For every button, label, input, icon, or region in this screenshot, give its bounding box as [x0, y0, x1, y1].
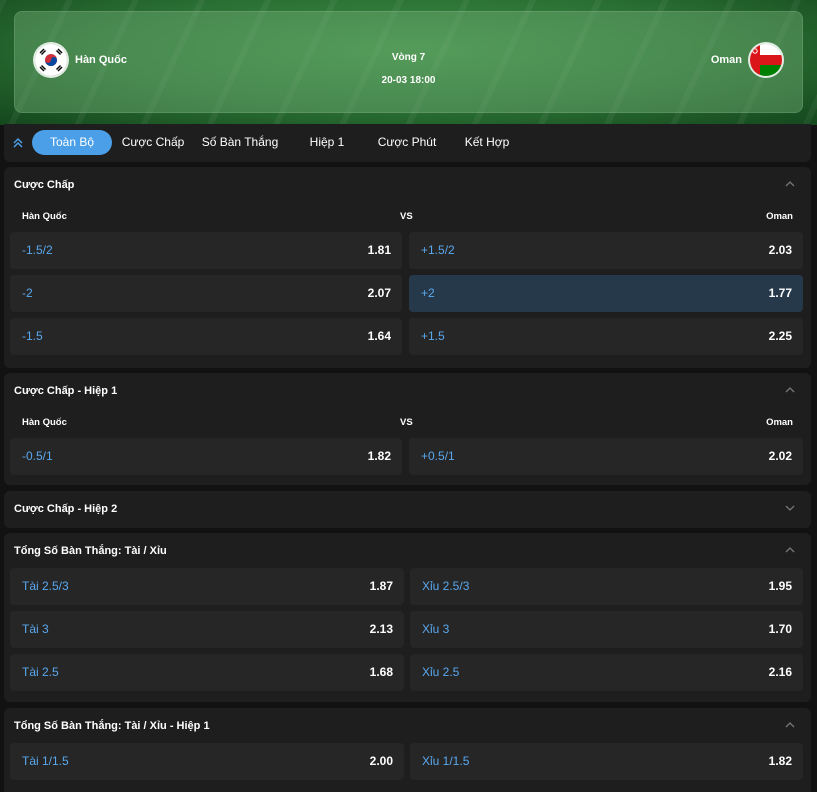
odd-cell[interactable]: Tài 3 2.13: [10, 611, 404, 648]
odd-value: 1.77: [768, 286, 792, 300]
market-tabbar: Toàn Bộ Cược Chấp Số Bàn Thắng Hiệp 1 Cư…: [4, 124, 811, 162]
odd-value: 2.16: [768, 665, 792, 679]
oman-flag-icon: [750, 44, 782, 76]
chevron-down-icon[interactable]: [783, 501, 797, 515]
collapse-all-icon[interactable]: [10, 135, 26, 151]
vs-label: VS: [400, 211, 413, 222]
section-handicap: Cược Chấp Hàn Quốc VS Oman -1.5/2 1.81 +1…: [4, 167, 811, 368]
match-datetime: 20-03 18:00: [381, 75, 436, 86]
odd-value: 2.03: [768, 243, 792, 257]
odd-cell[interactable]: -0.5/1 1.82: [10, 438, 402, 475]
odd-cell[interactable]: Tài 1/1.5 2.00: [10, 743, 404, 780]
tab-handicap[interactable]: Cược Chấp: [116, 130, 190, 155]
odd-label: -1.5: [22, 329, 43, 343]
odd-cell[interactable]: +0.5/1 2.02: [409, 438, 803, 475]
odd-value: 1.64: [367, 329, 391, 343]
match-round: Vòng 7: [391, 52, 426, 63]
section-handicap-half-2[interactable]: Cược Chấp - Hiệp 2: [4, 491, 811, 528]
odd-cell[interactable]: +1.5/2 2.03: [409, 232, 803, 269]
odd-value: 1.82: [367, 449, 391, 463]
section-title[interactable]: Cược Chấp: [14, 179, 74, 191]
odd-cell[interactable]: Xỉu 2.5/3 1.95: [410, 568, 803, 605]
odd-label: +2: [421, 286, 435, 300]
away-label: Oman: [766, 211, 793, 222]
odd-label: -2: [22, 286, 33, 300]
odd-cell[interactable]: +1.5 2.25: [409, 318, 803, 355]
match-card: Hàn Quốc Vòng 7 20-03 18:00 Oman: [14, 11, 803, 113]
odd-value: 1.70: [768, 622, 792, 636]
odd-label: Xỉu 1/1.5: [422, 754, 470, 768]
odd-label: Xỉu 3: [422, 622, 450, 636]
odd-cell[interactable]: Xỉu 1/1.5 1.82: [410, 743, 803, 780]
odd-label: Tài 2.5: [22, 665, 59, 679]
odd-value: 1.87: [369, 579, 393, 593]
home-label: Hàn Quốc: [22, 211, 67, 222]
odd-label: Tài 2.5/3: [22, 579, 69, 593]
match-info: Vòng 7 20-03 18:00: [15, 46, 802, 92]
odd-cell[interactable]: Xỉu 3 1.70: [410, 611, 803, 648]
tab-minute[interactable]: Cược Phút: [368, 130, 446, 155]
odd-cell[interactable]: -1.5 1.64: [10, 318, 402, 355]
odd-value: 1.81: [367, 243, 391, 257]
odd-cell-selected[interactable]: +2 1.77: [409, 275, 803, 312]
section-total-goals-half-1: Tổng Số Bàn Thắng: Tài / Xỉu - Hiệp 1 Tà…: [4, 708, 811, 792]
odd-label: Tài 1/1.5: [22, 754, 69, 768]
section-title[interactable]: Tổng Số Bàn Thắng: Tài / Xỉu - Hiệp 1: [14, 720, 210, 732]
odd-label: +0.5/1: [421, 449, 455, 463]
odd-cell[interactable]: Xỉu 2.5 2.16: [410, 654, 803, 691]
odd-label: Tài 3: [22, 622, 49, 636]
odd-cell[interactable]: -2 2.07: [10, 275, 402, 312]
chevron-up-icon[interactable]: [783, 177, 797, 191]
odd-cell[interactable]: -1.5/2 1.81: [10, 232, 402, 269]
odd-value: 2.13: [369, 622, 393, 636]
tab-combo[interactable]: Kết Hợp: [454, 130, 520, 155]
chevron-up-icon[interactable]: [783, 383, 797, 397]
vs-label: VS: [400, 417, 413, 428]
away-label: Oman: [766, 417, 793, 428]
odd-cell[interactable]: Tài 2.5/3 1.87: [10, 568, 404, 605]
odd-label: -1.5/2: [22, 243, 53, 257]
odd-label: +1.5/2: [421, 243, 455, 257]
chevron-up-icon[interactable]: [783, 718, 797, 732]
odd-value: 1.68: [369, 665, 393, 679]
odd-label: -0.5/1: [22, 449, 53, 463]
match-hero: Hàn Quốc Vòng 7 20-03 18:00 Oman: [0, 0, 817, 125]
tab-goals[interactable]: Số Bàn Thắng: [194, 130, 286, 155]
section-title[interactable]: Cược Chấp - Hiệp 2: [14, 503, 117, 515]
odd-value: 2.02: [768, 449, 792, 463]
odd-value: 2.07: [367, 286, 391, 300]
chevron-up-icon[interactable]: [783, 543, 797, 557]
tab-half-1[interactable]: Hiệp 1: [294, 130, 360, 155]
odd-cell[interactable]: Tài 2.5 1.68: [10, 654, 404, 691]
away-team-name: Oman: [710, 54, 742, 66]
away-team: Oman: [703, 44, 782, 76]
odd-value: 1.82: [768, 754, 792, 768]
section-handicap-half-1: Cược Chấp - Hiệp 1 Hàn Quốc VS Oman -0.5…: [4, 373, 811, 485]
odd-label: +1.5: [421, 329, 445, 343]
odd-value: 2.00: [369, 754, 393, 768]
section-title[interactable]: Tổng Số Bàn Thắng: Tài / Xỉu: [14, 545, 167, 557]
odd-value: 1.95: [768, 579, 792, 593]
home-label: Hàn Quốc: [22, 417, 67, 428]
section-total-goals: Tổng Số Bàn Thắng: Tài / Xỉu Tài 2.5/3 1.…: [4, 533, 811, 702]
odd-label: Xỉu 2.5/3: [422, 579, 470, 593]
section-title[interactable]: Cược Chấp - Hiệp 1: [14, 385, 117, 397]
odd-label: Xỉu 2.5: [422, 665, 460, 679]
tab-all[interactable]: Toàn Bộ: [32, 130, 112, 155]
odd-value: 2.25: [768, 329, 792, 343]
